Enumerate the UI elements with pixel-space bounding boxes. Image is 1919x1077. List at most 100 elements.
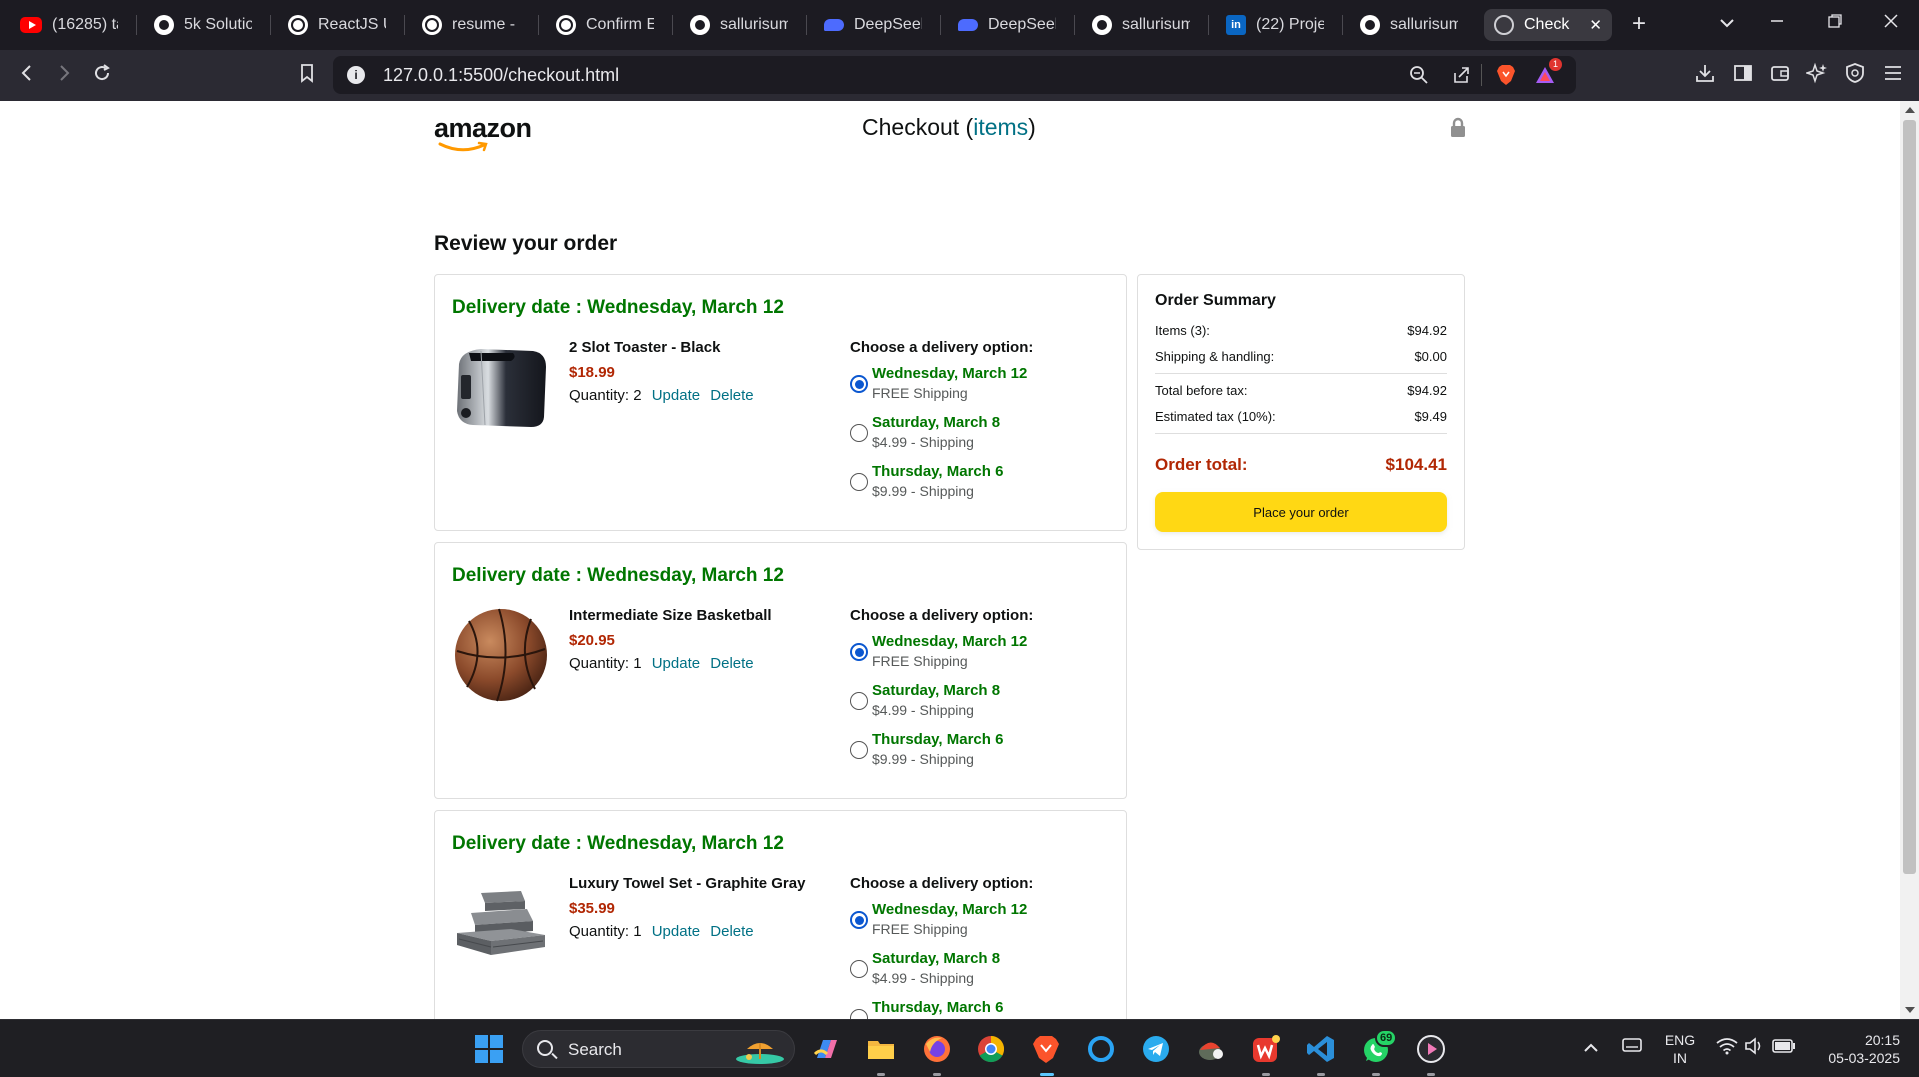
tab-youtube[interactable]: (16285) tai — [10, 9, 128, 41]
windows-start-icon[interactable] — [474, 1034, 504, 1064]
update-quantity-link[interactable]: Update — [652, 923, 700, 940]
amazon-logo[interactable]: amazon — [434, 113, 532, 153]
delete-quantity-link[interactable]: Delete — [710, 387, 753, 404]
telegram-icon[interactable] — [1141, 1034, 1171, 1064]
copilot-icon[interactable] — [811, 1034, 841, 1064]
tab-checkout-active[interactable]: Check ✕ — [1484, 9, 1612, 41]
summary-items-row: Items (3): $94.92 — [1155, 323, 1447, 338]
lock-icon — [1450, 117, 1466, 137]
delivery-option-radio[interactable] — [850, 643, 868, 661]
tab-github-sallu-3[interactable]: sallurisuma — [1350, 9, 1468, 41]
delivery-option-radio[interactable] — [850, 741, 868, 759]
tab-label: sallurisuma — [720, 16, 788, 33]
delivery-option-radio[interactable] — [850, 424, 868, 442]
chatgpt-icon — [422, 15, 442, 35]
tab-label: DeepSeek — [854, 16, 922, 33]
update-quantity-link[interactable]: Update — [652, 655, 700, 672]
delivery-option-radio[interactable] — [850, 911, 868, 929]
site-info-icon[interactable]: i — [347, 66, 365, 84]
place-order-button[interactable]: Place your order — [1155, 492, 1447, 532]
summary-before-tax-row: Total before tax: $94.92 — [1155, 383, 1447, 398]
tab-reactjs[interactable]: ReactJS UI — [278, 9, 396, 41]
tab-linkedin[interactable]: in (22) Projec — [1216, 9, 1334, 41]
scrollbar-thumb[interactable] — [1903, 120, 1916, 874]
linkedin-icon: in — [1226, 15, 1246, 35]
delivery-option-date: Wednesday, March 12 — [872, 633, 1028, 650]
summary-total-value: $104.41 — [1385, 455, 1447, 474]
vscode-icon[interactable] — [1306, 1034, 1336, 1064]
delivery-option-radio[interactable] — [850, 473, 868, 491]
tab-github-sallu-1[interactable]: sallurisuma — [680, 9, 798, 41]
vpn-shield-icon[interactable] — [1842, 62, 1868, 90]
scroll-down-arrow-icon[interactable] — [1905, 1007, 1915, 1013]
bug-app-icon[interactable] — [1196, 1034, 1226, 1064]
delete-quantity-link[interactable]: Delete — [710, 655, 753, 672]
taskbar-search[interactable]: Search — [522, 1030, 795, 1068]
brave-shields-icon[interactable] — [1496, 64, 1516, 91]
tab-github-5k[interactable]: 5k Solution — [144, 9, 262, 41]
brave-browser-icon[interactable] — [1031, 1034, 1061, 1064]
restore-icon[interactable] — [1821, 12, 1849, 33]
bookmark-icon[interactable] — [294, 62, 320, 90]
wallet-icon[interactable] — [1767, 62, 1793, 90]
delivery-option-radio[interactable] — [850, 375, 868, 393]
volume-icon[interactable] — [1744, 1037, 1764, 1060]
delete-quantity-link[interactable]: Delete — [710, 923, 753, 940]
chrome-icon[interactable] — [976, 1034, 1006, 1064]
display-icon[interactable] — [1622, 1037, 1642, 1060]
tray-overflow-chevron-icon[interactable] — [1583, 1040, 1599, 1058]
wps-office-icon[interactable] — [1251, 1034, 1281, 1064]
chatgpt-icon — [556, 15, 576, 35]
delivery-option-radio[interactable] — [850, 1009, 868, 1019]
share-icon[interactable] — [1451, 65, 1471, 90]
reload-icon[interactable] — [89, 62, 115, 90]
address-bar[interactable]: i 127.0.0.1:5500/checkout.html 1 — [333, 56, 1576, 94]
url-text[interactable]: 127.0.0.1:5500/checkout.html — [383, 65, 619, 86]
wifi-icon[interactable] — [1716, 1037, 1738, 1060]
close-tab-icon[interactable]: ✕ — [1589, 16, 1602, 34]
page-scrollbar[interactable] — [1900, 101, 1919, 1019]
media-player-icon[interactable] — [1416, 1034, 1446, 1064]
product-quantity: Quantity: 2 Update Delete — [569, 387, 754, 404]
close-window-icon[interactable] — [1877, 12, 1905, 33]
running-indicator — [1372, 1073, 1380, 1076]
clock[interactable]: 20:15 05-03-2025 — [1810, 1031, 1900, 1067]
delivery-option-radio[interactable] — [850, 692, 868, 710]
product-quantity: Quantity: 1 Update Delete — [569, 923, 754, 940]
tab-deepseek-1[interactable]: DeepSeek — [814, 9, 932, 41]
tab-label: resume - C — [452, 16, 520, 33]
leo-ai-icon[interactable] — [1804, 62, 1830, 90]
search-icon — [537, 1040, 553, 1056]
github-icon — [1092, 15, 1112, 35]
whatsapp-badge: 69 — [1375, 1029, 1398, 1047]
github-icon — [154, 15, 174, 35]
tab-resume[interactable]: resume - C — [412, 9, 530, 41]
firefox-icon[interactable] — [922, 1034, 952, 1064]
menu-icon[interactable] — [1880, 62, 1906, 90]
delivery-option-price: FREE Shipping — [872, 921, 968, 937]
delivery-date: Delivery date : Wednesday, March 12 — [452, 565, 784, 586]
downloads-icon[interactable] — [1692, 62, 1718, 90]
zoom-icon[interactable] — [1409, 65, 1429, 90]
scroll-up-arrow-icon[interactable] — [1905, 107, 1915, 113]
language-indicator[interactable]: ENG IN — [1663, 1031, 1697, 1067]
minimize-icon[interactable] — [1763, 12, 1791, 33]
tab-github-sallu-2[interactable]: sallurisuma — [1082, 9, 1200, 41]
delivery-option-radio[interactable] — [850, 960, 868, 978]
cortana-icon[interactable] — [1086, 1034, 1116, 1064]
product-price: $18.99 — [569, 364, 615, 381]
forward-icon[interactable] — [51, 62, 77, 90]
battery-icon[interactable] — [1772, 1038, 1796, 1059]
file-explorer-icon[interactable] — [866, 1034, 896, 1064]
new-tab-button[interactable]: + — [1625, 10, 1653, 38]
delivery-options-title: Choose a delivery option: — [850, 339, 1034, 356]
delivery-option-date: Saturday, March 8 — [872, 414, 1001, 431]
sidebar-toggle-icon[interactable] — [1730, 62, 1756, 90]
checkout-items-link[interactable]: items — [973, 114, 1028, 140]
update-quantity-link[interactable]: Update — [652, 387, 700, 404]
delivery-option-date: Wednesday, March 12 — [872, 901, 1028, 918]
back-icon[interactable] — [14, 62, 40, 90]
tab-confirm[interactable]: Confirm En — [546, 9, 664, 41]
tab-list-chevron-icon[interactable] — [1713, 12, 1741, 33]
tab-deepseek-2[interactable]: DeepSeek — [948, 9, 1066, 41]
